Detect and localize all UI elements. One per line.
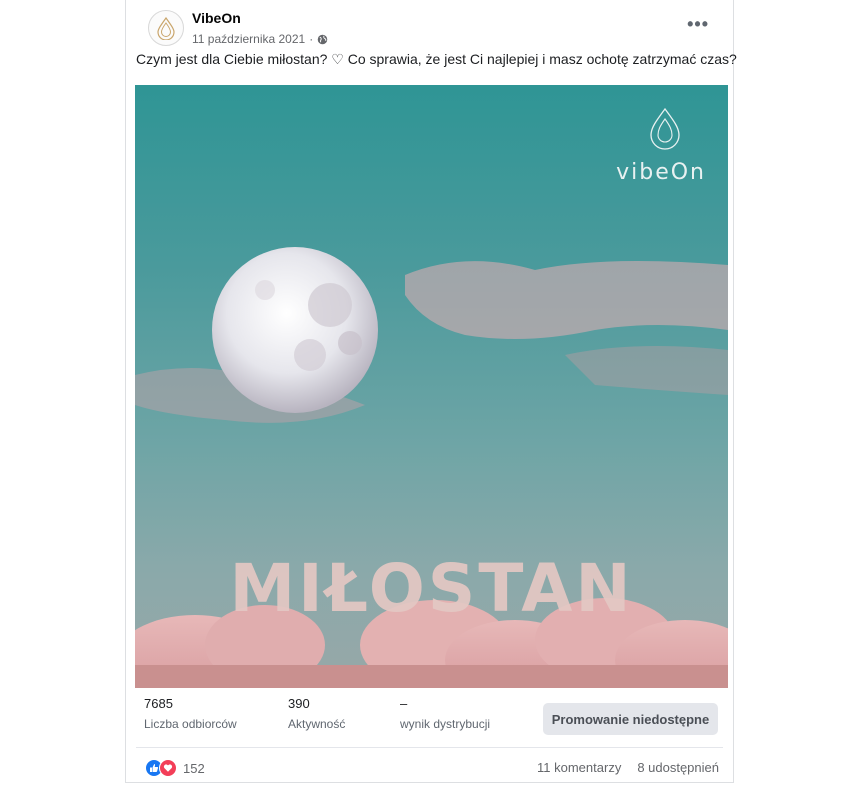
- moon-crater: [338, 331, 362, 355]
- engagement-counts: 11 komentarzy 8 udostępnień: [537, 760, 719, 775]
- stat-engagement[interactable]: 390 Aktywność: [288, 696, 345, 731]
- stat-label: Liczba odbiorców: [144, 717, 237, 731]
- moon: [212, 247, 378, 413]
- stat-label: Aktywność: [288, 717, 346, 731]
- insights-bar: 7685 Liczba odbiorców 390 Aktywność – wy…: [126, 692, 733, 740]
- shares-link[interactable]: 8 udostępnień: [637, 760, 719, 775]
- divider: [136, 747, 723, 748]
- stat-value: –: [400, 696, 408, 711]
- wispy-cloud: [405, 261, 728, 339]
- moon-crater: [255, 280, 275, 300]
- post-date[interactable]: 11 października 2021: [192, 32, 305, 46]
- reactions-summary[interactable]: 152: [145, 759, 205, 777]
- post-image[interactable]: vibeOn MIŁOSTAN: [135, 85, 728, 688]
- more-options-button[interactable]: •••: [687, 14, 709, 35]
- comments-link[interactable]: 11 komentarzy: [537, 760, 621, 775]
- page-name[interactable]: VibeOn: [192, 10, 241, 26]
- wispy-cloud: [565, 346, 728, 395]
- post-card: VibeOn 11 października 2021 · ••• Czym j…: [125, 0, 737, 783]
- stat-distribution[interactable]: – wynik dystrybucji: [400, 696, 490, 731]
- reaction-count: 152: [183, 760, 205, 776]
- moon-crater: [294, 339, 326, 371]
- stat-value: 390: [288, 696, 310, 711]
- meta-separator: ·: [309, 32, 314, 46]
- photo-logo-text: vibeOn: [616, 160, 706, 185]
- post-header: VibeOn 11 października 2021 · •••: [126, 0, 733, 56]
- photo-title: MIŁOSTAN: [229, 550, 634, 627]
- stat-reach[interactable]: 7685 Liczba odbiorców: [144, 696, 237, 731]
- post-text: Czym jest dla Ciebie miłostan? ♡ Co spra…: [136, 51, 737, 67]
- post-footer: 152 11 komentarzy 8 udostępnień: [126, 754, 733, 782]
- moon-crater: [308, 283, 352, 327]
- love-icon: [159, 759, 177, 777]
- stat-value: 7685: [144, 696, 173, 711]
- promote-button[interactable]: Promowanie niedostępne: [543, 703, 718, 735]
- globe-icon: [317, 34, 328, 44]
- vibeon-logo-icon: [157, 16, 175, 40]
- post-meta: 11 października 2021 ·: [192, 32, 328, 46]
- page-avatar[interactable]: [148, 10, 184, 46]
- vibeon-drop-icon: [650, 107, 680, 150]
- stat-label: wynik dystrybucji: [400, 717, 491, 731]
